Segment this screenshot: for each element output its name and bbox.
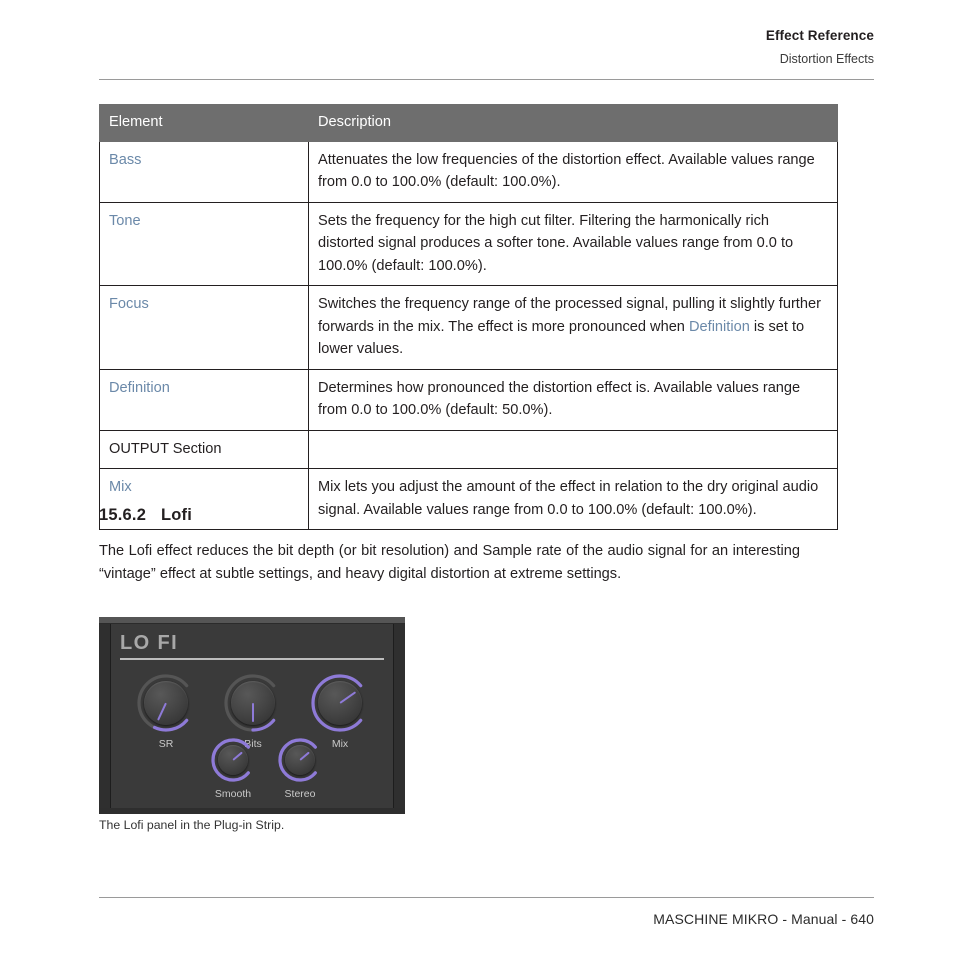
section-paragraph: The Lofi effect reduces the bit depth (o… [99, 543, 800, 582]
knob-sr[interactable]: SR [133, 670, 199, 750]
manual-page: Effect Reference Distortion Effects Elem… [0, 0, 954, 954]
table-header: Element Description [99, 104, 838, 142]
parameter-link-mix[interactable]: Mix [109, 479, 132, 495]
panel-title-rule [120, 658, 384, 660]
table-row: OUTPUT Section [99, 429, 838, 469]
panel-body: LO FI SR Bits Mix Smooth Stereo [112, 625, 392, 808]
cell-element: Bass [99, 140, 309, 203]
cell-description: Attenuates the low frequencies of the di… [308, 140, 838, 203]
knob-label-stereo: Stereo [284, 788, 316, 800]
running-header-title: Effect Reference [765, 28, 874, 43]
table-row: Tone Sets the frequency for the high cut… [99, 201, 838, 286]
section-number: 15.6.2 [99, 506, 147, 524]
panel-left-edge [99, 617, 111, 814]
parameter-link-bass[interactable]: Bass [109, 152, 141, 168]
parameter-table: Element Description Bass Attenuates the … [99, 104, 838, 530]
running-header: Effect Reference Distortion Effects [99, 28, 874, 67]
panel-title: LO FI [120, 632, 179, 654]
table-body: Bass Attenuates the low frequencies of t… [99, 140, 838, 530]
panel-top-bar-line [99, 623, 405, 624]
cell-section-label: OUTPUT Section [99, 429, 309, 469]
header-divider [99, 79, 874, 80]
cell-description: Switches the frequency range of the proc… [308, 285, 838, 370]
table-row: Definition Determines how pronounced the… [99, 368, 838, 431]
table-row: Bass Attenuates the low frequencies of t… [99, 140, 838, 203]
cell-element: Tone [99, 201, 309, 286]
parameter-link-focus[interactable]: Focus [109, 296, 149, 312]
cell-description: Sets the frequency for the high cut filt… [308, 201, 838, 286]
knob-stereo[interactable]: Stereo [274, 734, 326, 800]
cell-element: Focus [99, 285, 309, 370]
cell-description: Mix lets you adjust the amount of the ef… [308, 468, 838, 530]
table-row: Mix Mix lets you adjust the amount of th… [99, 468, 838, 530]
knob-smooth[interactable]: Smooth [207, 734, 259, 800]
footer-divider [99, 897, 874, 898]
lofi-plugin-panel: LO FI SR Bits Mix Smooth Stereo [99, 617, 405, 814]
running-header-subtitle: Distortion Effects [779, 52, 874, 66]
section-heading: 15.6.2 Lofi [99, 506, 192, 525]
cell-description [308, 429, 838, 469]
column-header-element: Element [99, 104, 309, 142]
panel-right-edge [393, 617, 405, 814]
inline-link-definition[interactable]: Definition [689, 319, 750, 335]
knob-bits[interactable]: Bits [220, 670, 286, 750]
section-title: Lofi [161, 506, 193, 524]
parameter-link-tone[interactable]: Tone [109, 213, 141, 229]
knob-mix[interactable]: Mix [307, 670, 373, 750]
table-header-row: Element Description [99, 104, 838, 142]
table-row: Focus Switches the frequency range of th… [99, 285, 838, 370]
column-header-description: Description [308, 104, 838, 142]
parameter-link-definition[interactable]: Definition [109, 380, 170, 396]
knob-pointer-bits [252, 703, 254, 722]
cell-element: Definition [99, 368, 309, 431]
page-footer: MASCHINE MIKRO - Manual - 640 [653, 911, 874, 927]
figure-caption: The Lofi panel in the Plug-in Strip. [99, 818, 285, 832]
cell-description: Determines how pronounced the distortion… [308, 368, 838, 431]
panel-bottom-bar [99, 808, 405, 814]
